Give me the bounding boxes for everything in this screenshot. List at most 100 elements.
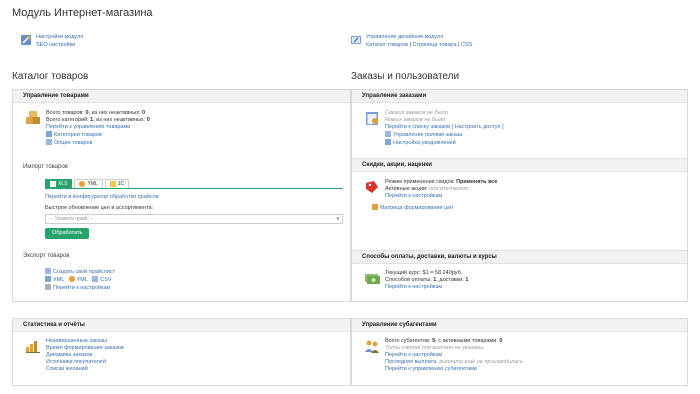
- active-promos-value: отсутствуют: [429, 186, 469, 192]
- export-settings-link[interactable]: Перейти к настройкам: [53, 285, 110, 291]
- tools-icon: [21, 35, 31, 45]
- design-management-link[interactable]: Управление дизайном модуля: [366, 34, 443, 40]
- stats-block: Незавершенные заказы Время формирования …: [25, 338, 124, 373]
- price-matrix-link[interactable]: Матрица формирования цен: [380, 205, 453, 211]
- import-title: Импорт товаров: [23, 164, 68, 170]
- order-fields-link[interactable]: Управление полями заказа: [393, 132, 462, 138]
- payment-settings-link[interactable]: Перейти к настройкам: [385, 284, 442, 290]
- page-title: Модуль Интернет-магазина: [12, 7, 153, 19]
- subagents-panel-header: Управление субагентами: [352, 319, 687, 332]
- process-button[interactable]: Обработать: [45, 228, 90, 239]
- stats-link-unfinished[interactable]: Незавершенные заказы: [46, 338, 107, 344]
- csv-link[interactable]: CSV: [100, 277, 111, 283]
- discounts-header: Скидки, акции, наценки: [352, 159, 687, 172]
- users-icon: [365, 340, 379, 353]
- discount-settings-link[interactable]: Перейти к настройкам: [385, 193, 442, 199]
- price-select-value: -- Укажите прайс --: [50, 216, 94, 222]
- chevron-down-icon: ▾: [336, 216, 339, 222]
- price-select[interactable]: -- Укажите прайс -- ▾: [45, 214, 343, 224]
- create-price-link[interactable]: Создать свой прайслист: [53, 269, 115, 275]
- last-payout-text: : выплата ещё не производилась: [436, 359, 523, 365]
- rate-value: $1 = 58.240руб.: [422, 270, 463, 276]
- chart-icon: [26, 341, 40, 353]
- stats-panel-header: Статистика и отчёты: [13, 319, 350, 332]
- products-summary: Всего товаров: 0, из них неактивных: 0 В…: [25, 110, 150, 147]
- delivery-count: 1: [465, 277, 469, 283]
- inactive-categories-value: 0: [146, 117, 150, 123]
- orders-panel-header: Управление заказами: [352, 90, 687, 103]
- subagents-panel: Управление субагентами Всего субагентов:…: [351, 318, 688, 386]
- module-settings-link[interactable]: Настройки модуля: [36, 34, 83, 40]
- active-promos-label: Активные акции:: [385, 186, 430, 192]
- catalog-section-title: Каталог товаров: [12, 71, 89, 82]
- yml-link[interactable]: YML: [77, 277, 88, 283]
- rate-label: Текущий курс:: [385, 270, 423, 276]
- csv-icon: [92, 276, 99, 282]
- orders-list-link[interactable]: Перейти к списку заказов: [385, 124, 450, 130]
- payout-accounts-text: Тоты счетов для выплат не указаны: [385, 345, 484, 351]
- new-orders-text: Новых заказов не было: [385, 117, 446, 123]
- stats-link-wishlists[interactable]: Списки желаний: [46, 366, 88, 372]
- manage-subagents-link[interactable]: Перейти к управлению субагентами: [385, 366, 477, 372]
- subagents-active-label: , с активными товарами:: [435, 338, 500, 344]
- tab-1c[interactable]: 1C: [104, 179, 130, 188]
- discount-mode-value: Применять все: [456, 179, 498, 185]
- setup-access-link[interactable]: [ Настроить доступ ]: [452, 124, 504, 130]
- recent-orders-text: Свежих заказов не было: [385, 110, 448, 116]
- stats-link-time[interactable]: Время формирования заказов: [46, 345, 124, 351]
- css-link[interactable]: CSS: [461, 42, 472, 48]
- inactive-categories-label: , из них неактивных:: [93, 117, 147, 123]
- import-tabs: XLS YML 1C: [45, 179, 343, 189]
- delivery-label: , доставки:: [436, 277, 466, 283]
- boxes-icon: [26, 111, 40, 124]
- design-block: Управление дизайном модуля Каталог товар…: [350, 33, 472, 49]
- discount-mode-label: Режим применения скидок:: [385, 179, 457, 185]
- subagents-active-value: 0: [499, 338, 503, 344]
- subagents-block: Всего субагентов: 5, с активными товарам…: [364, 338, 523, 373]
- subagents-settings-link[interactable]: Перейти к настройкам: [385, 352, 442, 358]
- categories-link[interactable]: Категории товаров: [54, 132, 102, 138]
- orders-block: Свежих заказов не было Новых заказов не …: [364, 110, 503, 147]
- import-block: XLS YML 1C Перейти в конфигуратор обрабо…: [45, 179, 343, 239]
- money-icon: [365, 274, 380, 284]
- excel-icon: [50, 181, 56, 187]
- module-settings-block: Настройки модуля SEO настройки: [20, 33, 83, 49]
- yml-icon: [79, 181, 86, 187]
- product-page-design-link[interactable]: Страница товара: [413, 42, 457, 48]
- fields-icon: [385, 131, 391, 137]
- inactive-products-value: 0: [142, 110, 146, 116]
- 1c-icon: [109, 181, 116, 187]
- export-title: Экспорт товаров: [23, 253, 70, 259]
- stats-panel: Статистика и отчёты Незавершенные заказы…: [12, 318, 351, 386]
- products-panel: Управление товарами Всего товаров: 0, из…: [12, 89, 351, 302]
- stats-link-dynamics[interactable]: Динамика заказов: [46, 352, 92, 358]
- xml-icon: [45, 276, 51, 282]
- seo-settings-link[interactable]: SEO настройки: [36, 42, 75, 48]
- categories-icon: [46, 131, 52, 137]
- last-payout-link[interactable]: Последняя выплата: [385, 359, 436, 365]
- methods-label: Способов оплаты:: [385, 277, 434, 283]
- top-links-row: Настройки модуля SEO настройки Управлени…: [12, 33, 688, 57]
- orders-section-title: Заказы и пользователи: [351, 71, 460, 82]
- total-categories-label: Всего категорий:: [46, 117, 91, 123]
- orders-panel: Управление заказами Свежих заказов не бы…: [351, 89, 688, 302]
- stats-link-sources[interactable]: Источники покупателей: [46, 359, 106, 365]
- total-products-label: Всего товаров:: [46, 110, 86, 116]
- tab-xls[interactable]: XLS: [45, 179, 73, 188]
- products-panel-header: Управление товарами: [13, 90, 350, 103]
- subagents-total-label: Всего субагентов:: [385, 338, 433, 344]
- tab-yml[interactable]: YML: [74, 179, 103, 188]
- export-block: Создать свой прайслист XML YML CSV Перей…: [45, 268, 115, 292]
- configurator-link[interactable]: Перейти в конфигуратор обработки прайсов: [45, 194, 159, 200]
- go-to-products-link[interactable]: Перейти к управлению товарами: [46, 124, 130, 130]
- price-list-icon: [45, 268, 51, 274]
- notifications-link[interactable]: Настройка уведомлений: [393, 140, 456, 146]
- yml-icon: [68, 276, 75, 282]
- xml-link[interactable]: XML: [53, 277, 64, 283]
- settings-icon: [45, 284, 51, 290]
- payments-block: Текущий курс: $1 = 58.240руб. Способов о…: [364, 270, 468, 291]
- discounts-block: Режим применения скидок: Применять все А…: [364, 179, 497, 212]
- options-icon: [46, 139, 52, 145]
- options-link[interactable]: Опции товаров: [54, 140, 93, 146]
- catalog-design-link[interactable]: Каталог товаров: [366, 42, 408, 48]
